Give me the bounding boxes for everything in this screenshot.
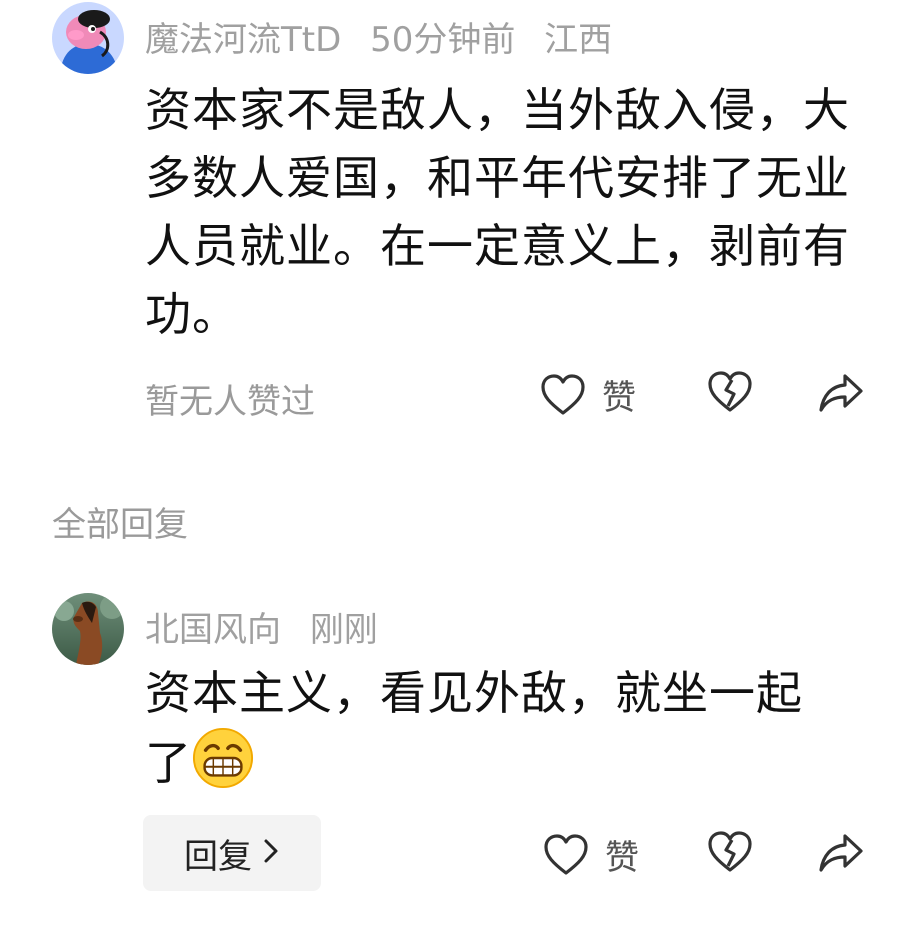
comment-meta: 魔法河流TtD 50分钟前 江西 xyxy=(145,12,630,61)
comment-text: 资本主义，看见外敌，就坐一起了 xyxy=(145,659,845,797)
comment-meta: 北国风向 刚刚 xyxy=(145,602,396,651)
share-arrow-icon xyxy=(819,374,863,412)
dislike-button[interactable] xyxy=(707,370,753,414)
dislike-button[interactable] xyxy=(707,830,753,874)
comment-actions: 赞 xyxy=(0,822,918,882)
avatar[interactable] xyxy=(52,2,124,74)
broken-heart-icon xyxy=(708,831,752,872)
username[interactable]: 魔法河流TtD xyxy=(145,20,341,60)
comment-text-content: 资本家不是敌人，当外敌入侵，大多数人爱国，和平年代安排了无业人员就业。在一定意义… xyxy=(145,83,850,341)
grinning-face-emoji xyxy=(192,727,254,789)
avatar-image xyxy=(52,2,124,74)
like-label: 赞 xyxy=(602,378,636,418)
like-button[interactable]: 赞 xyxy=(543,830,639,879)
share-button[interactable] xyxy=(817,372,865,414)
broken-heart-icon xyxy=(708,371,752,412)
heart-outline-icon xyxy=(544,833,588,875)
avatar-image xyxy=(52,593,124,665)
comment-actions: 赞 xyxy=(0,368,918,428)
comment-text: 资本家不是敌人，当外敌入侵，大多数人爱国，和平年代安排了无业人员就业。在一定意义… xyxy=(145,76,875,348)
like-button[interactable]: 赞 xyxy=(540,370,636,419)
share-arrow-icon xyxy=(819,834,863,872)
avatar[interactable] xyxy=(52,593,124,665)
all-replies-title: 全部回复 xyxy=(52,505,188,545)
heart-outline-icon xyxy=(541,373,585,415)
timestamp: 刚刚 xyxy=(309,610,378,650)
location: 江西 xyxy=(544,20,613,60)
username[interactable]: 北国风向 xyxy=(145,610,281,650)
like-label: 赞 xyxy=(605,838,639,878)
share-button[interactable] xyxy=(817,832,865,874)
timestamp: 50分钟前 xyxy=(370,20,516,60)
